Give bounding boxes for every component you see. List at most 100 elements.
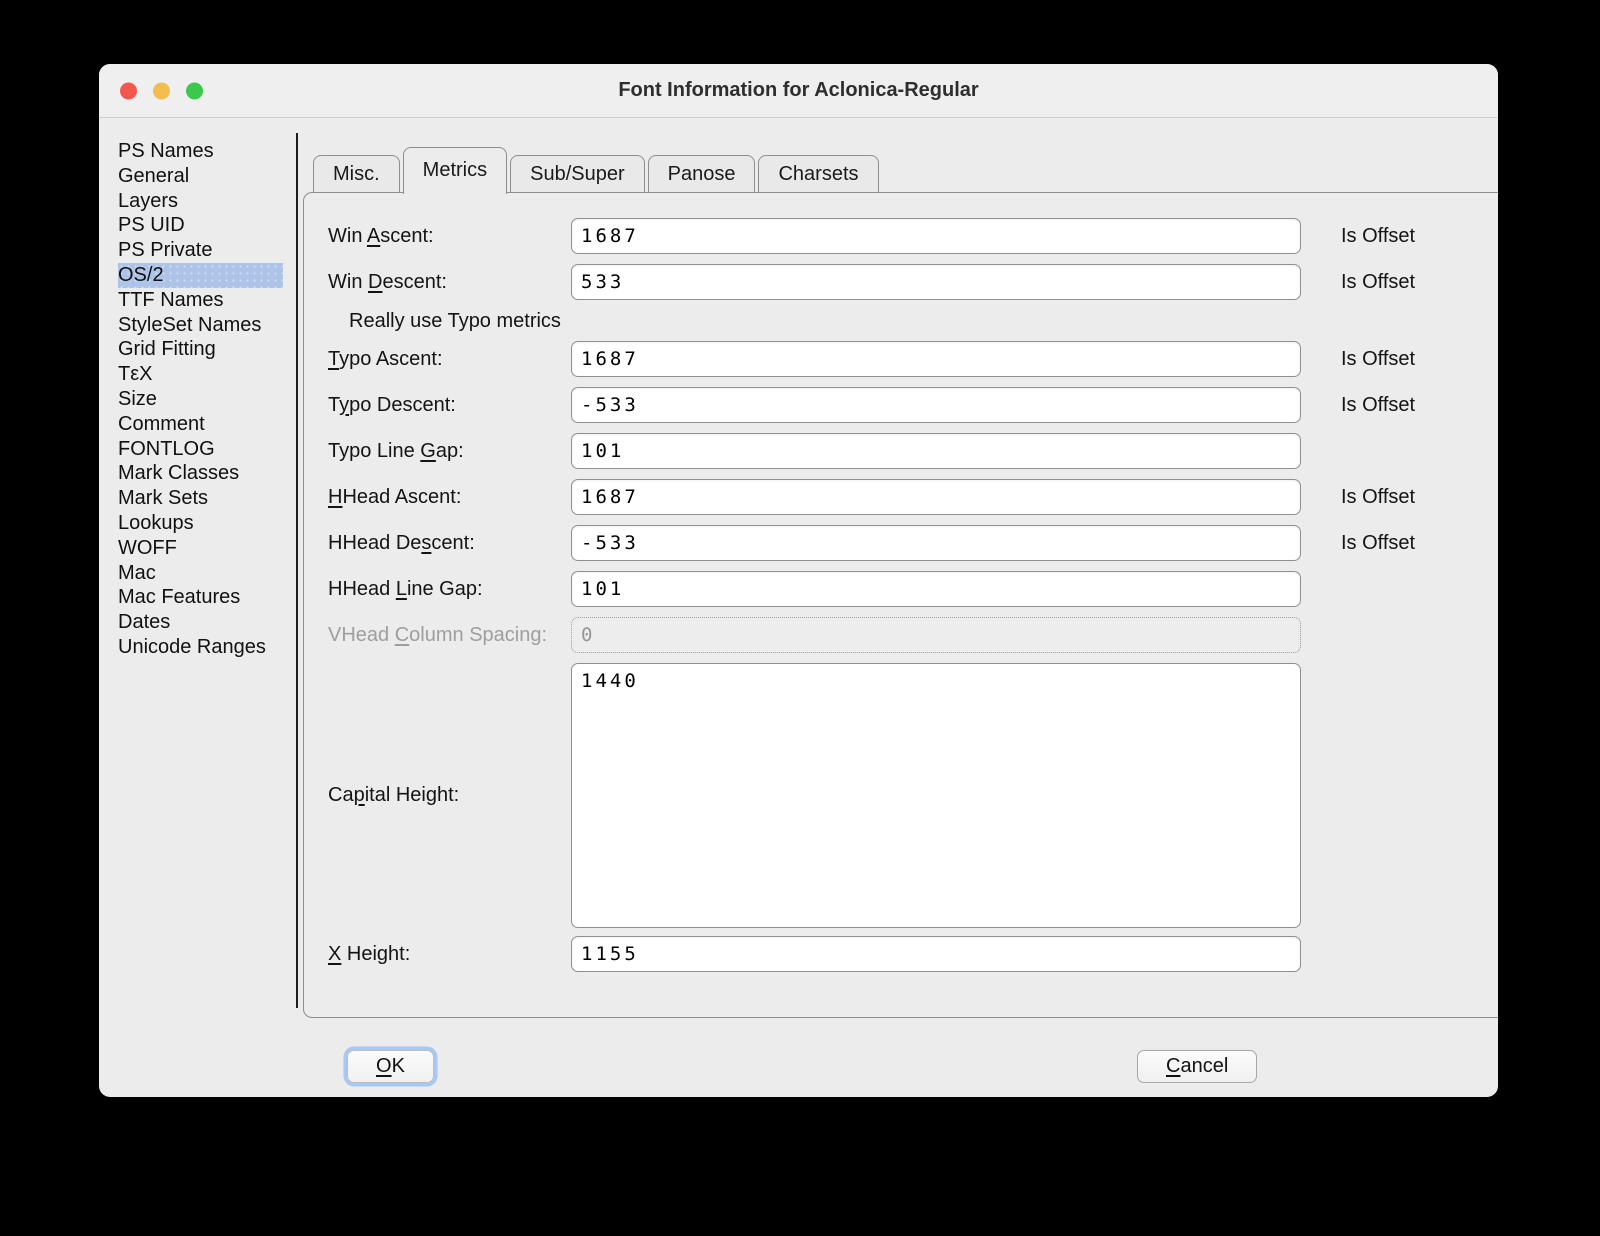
sidebar-item-tex[interactable]: TεX xyxy=(118,362,283,387)
typo-ascent-label: Typo Ascent: xyxy=(328,348,571,371)
category-sidebar: PS Names General Layers PS UID PS Privat… xyxy=(99,118,296,1097)
sidebar-item-layers[interactable]: Layers xyxy=(118,189,283,214)
sidebar-item-os2[interactable]: OS/2 xyxy=(118,263,283,288)
typo-ascent-input[interactable] xyxy=(571,341,1301,377)
sidebar-item-size[interactable]: Size xyxy=(118,387,283,412)
hhead-line-gap-row: HHead Line Gap: xyxy=(328,571,1498,607)
sidebar-item-fontlog[interactable]: FONTLOG xyxy=(118,437,283,462)
win-ascent-is-offset-label[interactable]: Is Offset xyxy=(1341,225,1415,248)
x-height-label: X Height: xyxy=(328,943,571,966)
label-post: ine Gap: xyxy=(407,578,483,600)
label-mnemonic: D xyxy=(368,271,382,293)
win-descent-label: Win Descent: xyxy=(328,271,571,294)
label-pre: Win xyxy=(328,271,368,293)
label-post: ypo Ascent: xyxy=(339,348,442,370)
sidebar-item-dates[interactable]: Dates xyxy=(118,610,283,635)
sidebar-item-woff[interactable]: WOFF xyxy=(118,536,283,561)
close-button[interactable] xyxy=(120,82,137,99)
sidebar-item-mark-classes[interactable]: Mark Classes xyxy=(118,461,283,486)
hhead-ascent-label: HHead Ascent: xyxy=(328,486,571,509)
hhead-line-gap-input[interactable] xyxy=(571,571,1301,607)
label-pre: HHead De xyxy=(328,532,421,554)
vhead-column-spacing-row: VHead Column Spacing: xyxy=(328,617,1498,653)
win-ascent-label: Win Ascent: xyxy=(328,225,571,248)
label-pre: Typo Line xyxy=(328,440,420,462)
zoom-button[interactable] xyxy=(186,82,203,99)
hhead-descent-label: HHead Descent: xyxy=(328,532,571,555)
tab-misc[interactable]: Misc. xyxy=(313,155,400,192)
label-mnemonic: H xyxy=(328,486,342,508)
sidebar-item-unicode-ranges[interactable]: Unicode Ranges xyxy=(118,635,283,660)
vhead-column-spacing-label: VHead Column Spacing: xyxy=(328,624,571,647)
minimize-button[interactable] xyxy=(153,82,170,99)
cancel-rest: ancel xyxy=(1180,1055,1228,1078)
label-mnemonic: p xyxy=(354,784,365,806)
typo-descent-input[interactable] xyxy=(571,387,1301,423)
sidebar-divider xyxy=(296,133,298,1008)
tab-metrics[interactable]: Metrics xyxy=(403,147,507,194)
label-post: po Descent: xyxy=(349,394,456,416)
hhead-descent-input[interactable] xyxy=(571,525,1301,561)
hhead-line-gap-label: HHead Line Gap: xyxy=(328,578,571,601)
hhead-ascent-is-offset-label[interactable]: Is Offset xyxy=(1341,486,1415,509)
label-mnemonic: G xyxy=(420,440,436,462)
label-mnemonic: C xyxy=(395,624,409,646)
typo-line-gap-input[interactable] xyxy=(571,433,1301,469)
sidebar-item-ps-private[interactable]: PS Private xyxy=(118,238,283,263)
sidebar-item-ps-names[interactable]: PS Names xyxy=(118,139,283,164)
traffic-lights xyxy=(120,82,203,99)
label-post: Head Ascent: xyxy=(342,486,461,508)
cancel-button[interactable]: Cancel xyxy=(1137,1050,1257,1083)
sidebar-item-lookups[interactable]: Lookups xyxy=(118,511,283,536)
label-mnemonic: A xyxy=(367,225,380,247)
tab-panose[interactable]: Panose xyxy=(648,155,756,192)
x-height-input[interactable] xyxy=(571,936,1301,972)
vhead-column-spacing-input xyxy=(571,617,1301,653)
sidebar-item-comment[interactable]: Comment xyxy=(118,412,283,437)
tab-sub-super[interactable]: Sub/Super xyxy=(510,155,645,192)
sidebar-item-grid-fitting[interactable]: Grid Fitting xyxy=(118,337,283,362)
label-pre: HHead xyxy=(328,578,396,600)
typo-line-gap-row: Typo Line Gap: xyxy=(328,433,1498,469)
ok-mnemonic: O xyxy=(376,1055,392,1078)
ok-rest: K xyxy=(392,1055,405,1078)
sidebar-item-ttf-names[interactable]: TTF Names xyxy=(118,288,283,313)
label-post: olumn Spacing: xyxy=(409,624,547,646)
sidebar-item-mac-features[interactable]: Mac Features xyxy=(118,585,283,610)
sidebar-item-mac[interactable]: Mac xyxy=(118,561,283,586)
label-mnemonic: X xyxy=(328,943,341,965)
sidebar-item-styleset-names[interactable]: StyleSet Names xyxy=(118,313,283,338)
ok-button[interactable]: OK xyxy=(347,1050,434,1083)
win-ascent-row: Win Ascent: Is Offset xyxy=(328,218,1498,254)
typo-ascent-row: Typo Ascent: Is Offset xyxy=(328,341,1498,377)
typo-descent-row: Typo Descent: Is Offset xyxy=(328,387,1498,423)
label-pre: Ca xyxy=(328,784,354,806)
typo-ascent-is-offset-label[interactable]: Is Offset xyxy=(1341,348,1415,371)
typo-descent-is-offset-label[interactable]: Is Offset xyxy=(1341,394,1415,417)
sidebar-item-ps-uid[interactable]: PS UID xyxy=(118,213,283,238)
label-post: cent: xyxy=(431,532,474,554)
hhead-descent-row: HHead Descent: Is Offset xyxy=(328,525,1498,561)
label-post: Height: xyxy=(341,943,410,965)
label-post: ital Height: xyxy=(365,784,460,806)
sidebar-item-general[interactable]: General xyxy=(118,164,283,189)
capital-height-input[interactable]: 1440 xyxy=(571,663,1301,928)
sidebar-item-mark-sets[interactable]: Mark Sets xyxy=(118,486,283,511)
win-descent-row: Win Descent: Is Offset xyxy=(328,264,1498,300)
label-mnemonic: y xyxy=(339,394,349,416)
hhead-descent-is-offset-label[interactable]: Is Offset xyxy=(1341,532,1415,555)
label-mnemonic: s xyxy=(421,532,431,554)
win-descent-is-offset-label[interactable]: Is Offset xyxy=(1341,271,1415,294)
label-mnemonic: L xyxy=(396,578,407,600)
hhead-ascent-row: HHead Ascent: Is Offset xyxy=(328,479,1498,515)
win-descent-input[interactable] xyxy=(571,264,1301,300)
font-information-dialog: Font Information for Aclonica-Regular PS… xyxy=(99,64,1498,1097)
tab-charsets[interactable]: Charsets xyxy=(758,155,878,192)
x-height-row: X Height: xyxy=(328,936,1498,972)
hhead-ascent-input[interactable] xyxy=(571,479,1301,515)
win-ascent-input[interactable] xyxy=(571,218,1301,254)
label-post: escent: xyxy=(382,271,446,293)
really-use-typo-metrics-label[interactable]: Really use Typo metrics xyxy=(328,310,1498,332)
label-pre: Win xyxy=(328,225,367,247)
label-mnemonic: T xyxy=(328,348,339,370)
